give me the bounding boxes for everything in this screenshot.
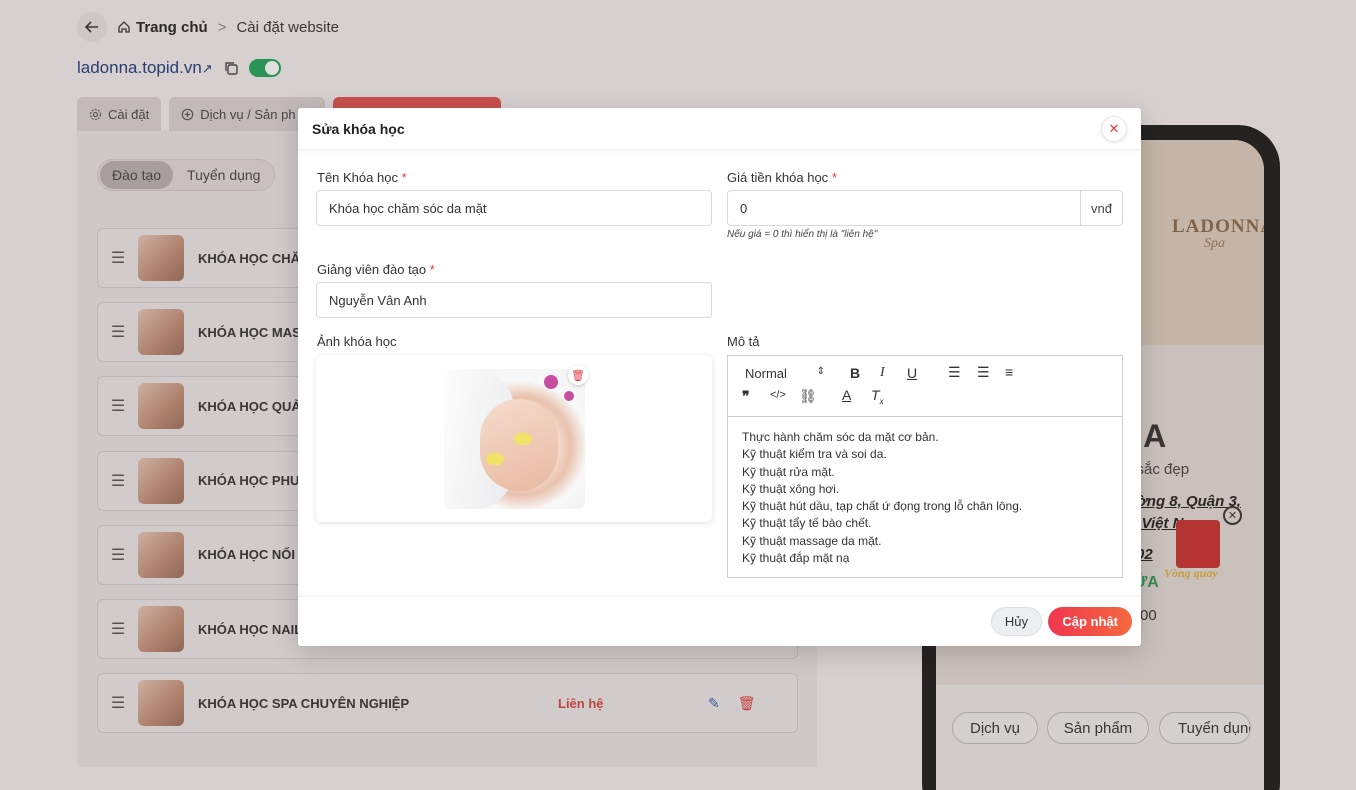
description-line: Kỹ thuật massage da mặt.: [742, 533, 882, 548]
link-icon[interactable]: ⛓: [799, 388, 817, 405]
blockquote-icon[interactable]: ❞: [742, 388, 750, 405]
description-editor: Normal ⇕ B I U ☰ ☰ ≡ ❞ </> ⛓ A Tx Thực hà…: [727, 355, 1123, 578]
description-line: Kỹ thuật xông hơi.: [742, 481, 840, 496]
ordered-list-icon[interactable]: ☰: [948, 364, 961, 381]
modal-footer: Hủy Cập nhật: [298, 596, 1141, 646]
image-orchid: [564, 391, 574, 401]
price-hint: Nếu giá = 0 thì hiển thị là "liên hệ": [727, 229, 878, 240]
modal-title: Sửa khóa học: [312, 120, 405, 137]
format-select[interactable]: Normal ⇕: [745, 366, 825, 381]
delete-image-button[interactable]: 🗑: [568, 365, 588, 385]
editor-toolbar: Normal ⇕ B I U ☰ ☰ ≡ ❞ </> ⛓ A Tx: [728, 356, 1122, 417]
description-line: Kỹ thuật hút dầu, tạp chất ứ đọng trong …: [742, 499, 1023, 514]
edit-course-modal: Sửa khóa học ✕ Tên Khóa học * Khóa học c…: [298, 108, 1141, 646]
clear-format-icon[interactable]: Tx: [871, 387, 884, 406]
price-input[interactable]: 0 vnđ: [727, 190, 1123, 226]
image-orchid: [544, 375, 558, 389]
description-line: Thực hành chăm sóc da mặt cơ bản.: [742, 430, 939, 444]
instructor-input[interactable]: Nguyễn Vân Anh: [316, 282, 712, 318]
course-image-label: Ảnh khóa học: [317, 334, 397, 349]
format-select-value: Normal: [745, 366, 787, 381]
image-face: [480, 399, 558, 491]
select-arrows-icon: ⇕: [816, 366, 825, 377]
price-label: Giá tiền khóa học *: [727, 170, 837, 185]
course-name-label: Tên Khóa học *: [317, 170, 407, 185]
italic-icon[interactable]: I: [880, 365, 885, 381]
description-line: Kỹ thuật rửa mặt.: [742, 464, 835, 479]
price-unit: vnđ: [1080, 190, 1122, 226]
close-icon: ✕: [1108, 120, 1120, 136]
bold-icon[interactable]: B: [850, 365, 860, 381]
course-image-card[interactable]: 🗑: [316, 355, 712, 522]
update-button[interactable]: Cập nhật: [1048, 607, 1132, 636]
price-value: 0: [740, 200, 748, 216]
image-sponge: [514, 433, 532, 445]
description-label: Mô tả: [727, 334, 760, 349]
underline-icon[interactable]: U: [907, 365, 917, 381]
course-name-input[interactable]: Khóa học chăm sóc da mặt: [316, 190, 712, 226]
code-icon[interactable]: </>: [770, 389, 786, 401]
description-line: Kỹ thuật đắp mặt nạ: [742, 551, 850, 566]
cancel-button[interactable]: Hủy: [990, 607, 1042, 636]
bullet-list-icon[interactable]: ☰: [977, 364, 990, 381]
modal-header: Sửa khóa học ✕: [298, 108, 1141, 150]
description-line: Kỹ thuật kiểm tra và soi da.: [742, 447, 887, 462]
instructor-label: Giảng viên đào tạo *: [317, 262, 435, 277]
description-line: Kỹ thuật tẩy tế bào chết.: [742, 516, 872, 531]
image-sponge: [486, 453, 504, 465]
align-icon[interactable]: ≡: [1005, 364, 1013, 380]
course-image: [444, 369, 585, 509]
description-content[interactable]: Thực hành chăm sóc da mặt cơ bản. Kỹ thuậ…: [728, 417, 1122, 579]
text-color-icon[interactable]: A: [842, 387, 851, 403]
trash-icon: 🗑: [571, 369, 585, 382]
close-modal-button[interactable]: ✕: [1101, 115, 1127, 142]
